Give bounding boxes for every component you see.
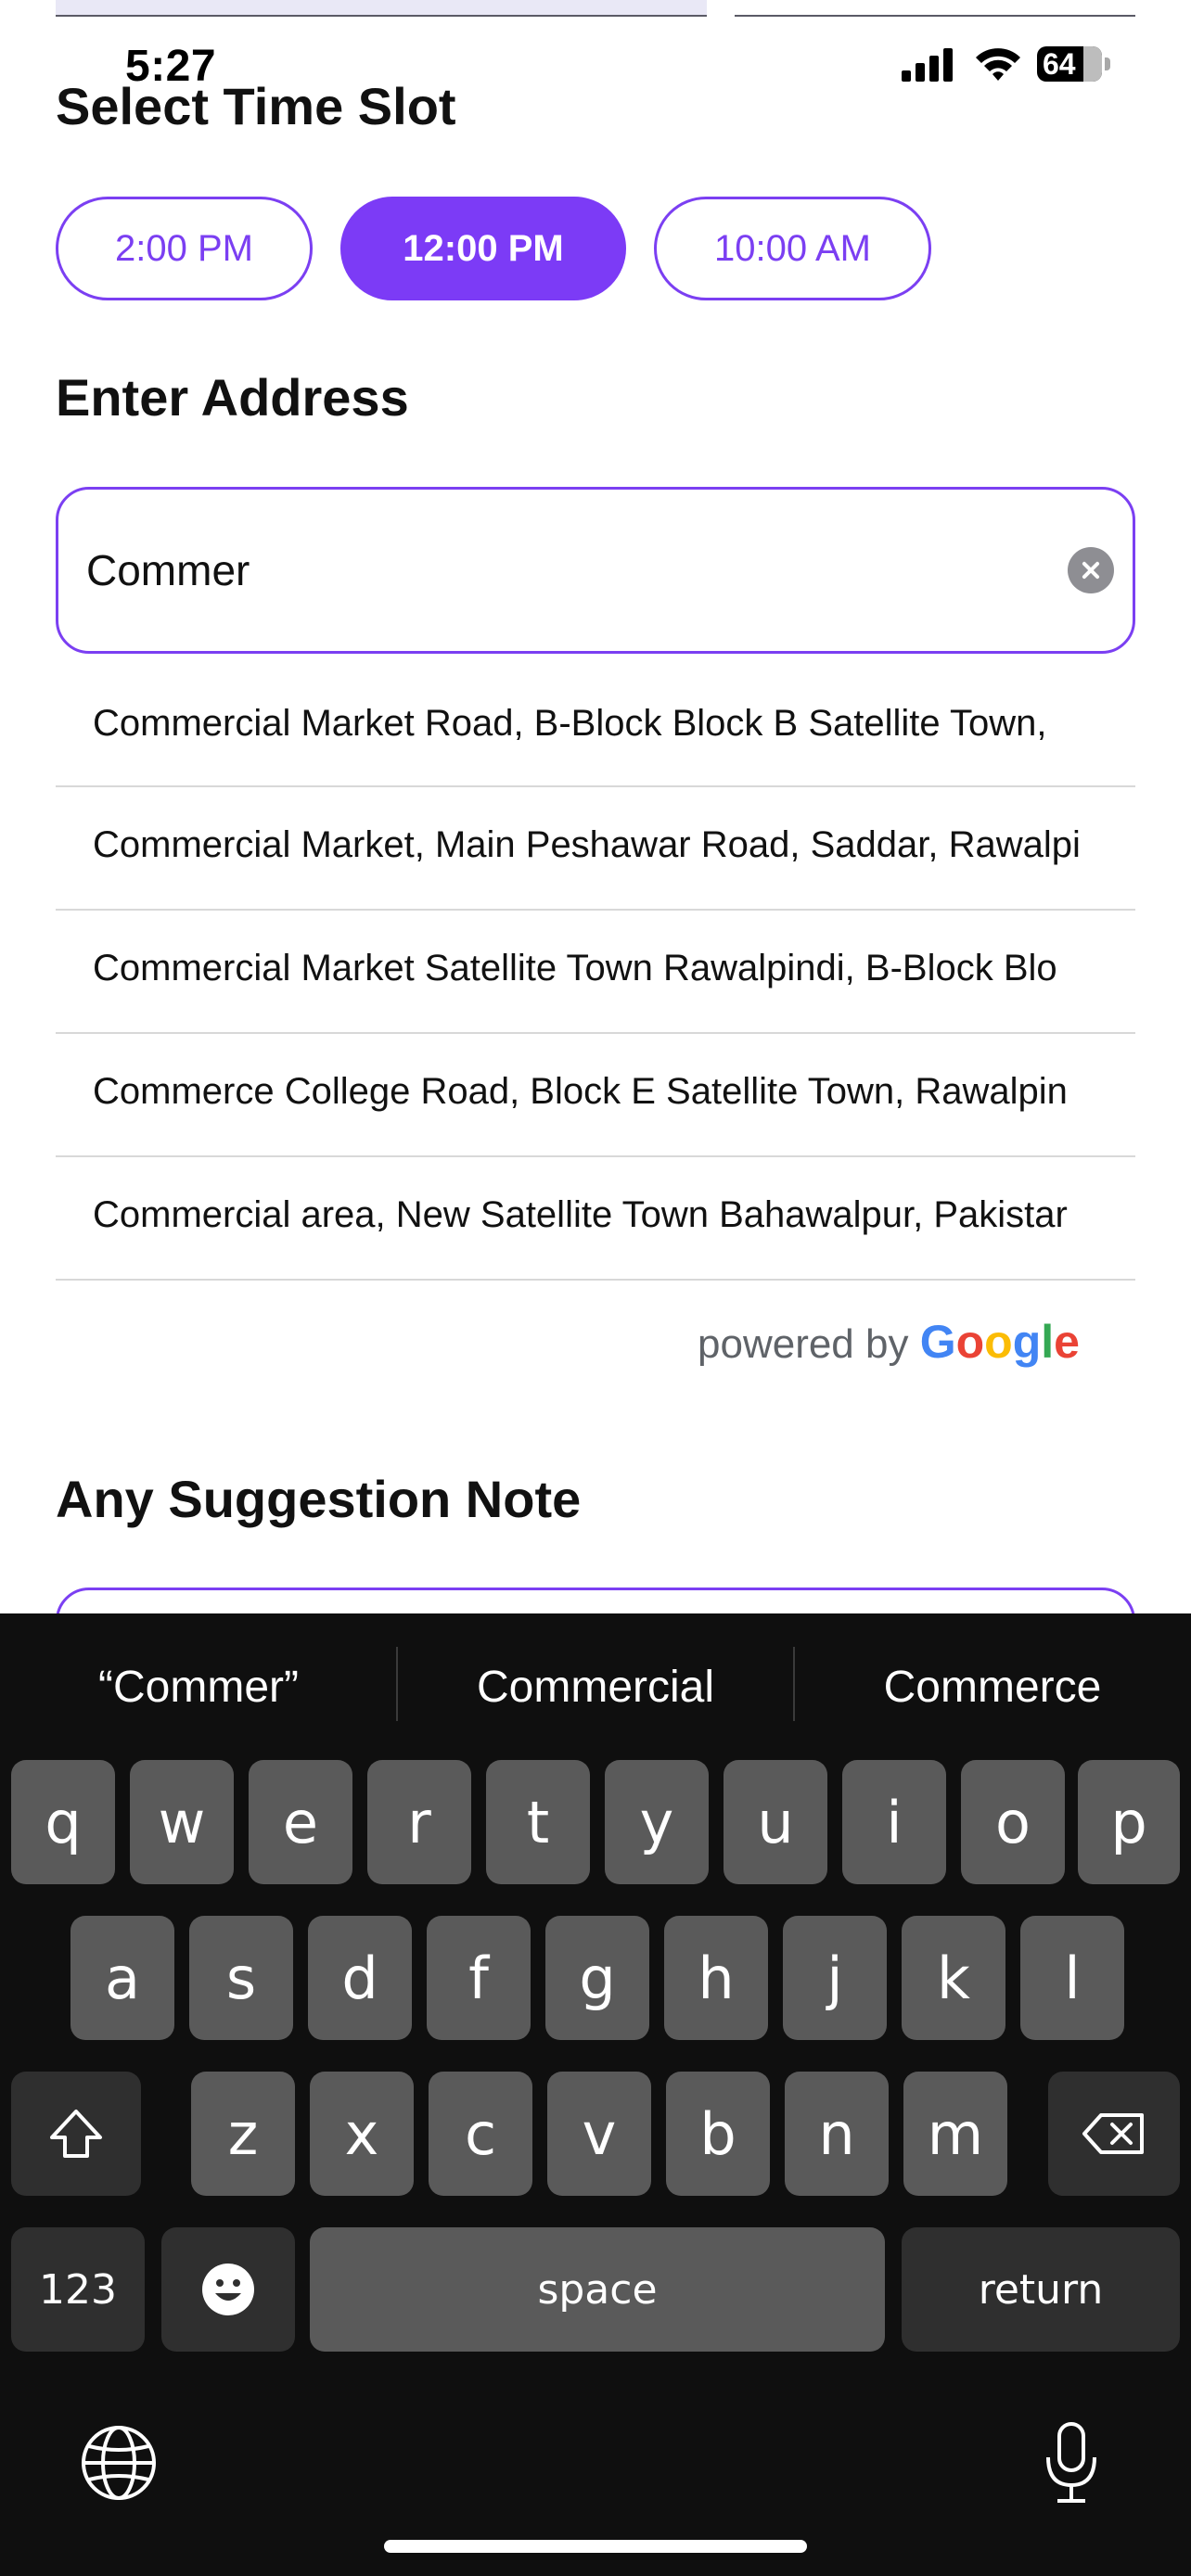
suggestion-text: Commercial Market, Main Peshawar Road, S… (93, 824, 1081, 865)
key-j[interactable]: j (783, 1916, 887, 2040)
suggestion-text: Commerce College Road, Block E Satellite… (93, 1071, 1068, 1112)
home-indicator[interactable] (384, 2540, 807, 2553)
space-key[interactable]: space (310, 2227, 885, 2352)
key-y[interactable]: y (605, 1760, 709, 1884)
google-logo: Google (919, 1316, 1080, 1368)
suggestion-item[interactable]: Commercial Market Satellite Town Rawalpi… (56, 911, 1135, 1034)
key-s[interactable]: s (189, 1916, 293, 2040)
key-w[interactable]: w (130, 1760, 234, 1884)
suggestion-text: Commercial area, New Satellite Town Baha… (93, 1194, 1068, 1235)
key-m[interactable]: m (903, 2072, 1007, 2196)
wifi-icon (974, 45, 1022, 83)
key-q[interactable]: q (11, 1760, 115, 1884)
time-slot-title: Select Time Slot (56, 77, 456, 135)
battery-icon: 64 (1037, 46, 1111, 82)
emoji-key[interactable] (161, 2227, 295, 2352)
return-key[interactable]: return (902, 2227, 1180, 2352)
key-n[interactable]: n (785, 2072, 889, 2196)
key-l[interactable]: l (1020, 1916, 1124, 2040)
prediction-commercial[interactable]: Commercial (397, 1662, 794, 1713)
address-title: Enter Address (56, 368, 409, 427)
delete-key[interactable] (1048, 2072, 1180, 2196)
suggestion-item[interactable]: Commercial Market Road, B-Block Block B … (56, 666, 1135, 787)
address-input-value[interactable]: Commer (86, 545, 250, 595)
key-o[interactable]: o (961, 1760, 1065, 1884)
key-p[interactable]: p (1078, 1760, 1180, 1884)
key-g[interactable]: g (545, 1916, 649, 2040)
powered-by-google: powered by Google (698, 1315, 1080, 1369)
keyboard: “Commer” Commercial Commerce q w e r t y… (0, 1613, 1191, 2576)
key-h[interactable]: h (664, 1916, 768, 2040)
key-u[interactable]: u (724, 1760, 827, 1884)
key-t[interactable]: t (486, 1760, 590, 1884)
previous-field-left[interactable] (56, 0, 707, 17)
numbers-key[interactable]: 123 (11, 2227, 145, 2352)
powered-by-text: powered by (698, 1321, 909, 1367)
key-i[interactable]: i (842, 1760, 946, 1884)
time-slot-2pm[interactable]: 2:00 PM (56, 197, 313, 300)
backspace-icon (1082, 2113, 1144, 2154)
key-d[interactable]: d (308, 1916, 412, 2040)
suggestion-note-title: Any Suggestion Note (56, 1470, 582, 1528)
time-slot-12pm[interactable]: 12:00 PM (340, 197, 626, 300)
emoji-icon (202, 2264, 254, 2315)
suggestion-item[interactable]: Commerce College Road, Block E Satellite… (56, 1034, 1135, 1157)
prediction-commerce[interactable]: Commerce (794, 1662, 1191, 1713)
key-e[interactable]: e (249, 1760, 352, 1884)
key-z[interactable]: z (191, 2072, 295, 2196)
time-slot-10am[interactable]: 10:00 AM (654, 197, 931, 300)
battery-level: 64 (1043, 47, 1076, 81)
shift-key[interactable] (11, 2072, 141, 2196)
key-x[interactable]: x (310, 2072, 414, 2196)
key-v[interactable]: v (547, 2072, 651, 2196)
address-input[interactable]: Commer (56, 487, 1135, 654)
suggestion-text: Commercial Market Satellite Town Rawalpi… (93, 948, 1057, 988)
key-r[interactable]: r (367, 1760, 471, 1884)
suggestion-item[interactable]: Commercial Market, Main Peshawar Road, S… (56, 787, 1135, 911)
key-k[interactable]: k (902, 1916, 1005, 2040)
globe-icon[interactable] (78, 2422, 160, 2504)
microphone-icon[interactable] (1043, 2420, 1100, 2506)
clear-icon[interactable] (1068, 547, 1114, 593)
key-c[interactable]: c (429, 2072, 532, 2196)
key-f[interactable]: f (427, 1916, 531, 2040)
shift-icon (50, 2110, 102, 2158)
key-b[interactable]: b (666, 2072, 770, 2196)
cellular-signal-icon (902, 48, 954, 82)
key-a[interactable]: a (70, 1916, 174, 2040)
suggestion-text: Commercial Market Road, B-Block Block B … (93, 703, 1047, 744)
previous-field-right[interactable] (735, 0, 1135, 17)
suggestion-item[interactable]: Commercial area, New Satellite Town Baha… (56, 1157, 1135, 1281)
prediction-literal[interactable]: “Commer” (0, 1662, 397, 1713)
address-suggestions: Commercial Market Road, B-Block Block B … (56, 666, 1135, 1281)
